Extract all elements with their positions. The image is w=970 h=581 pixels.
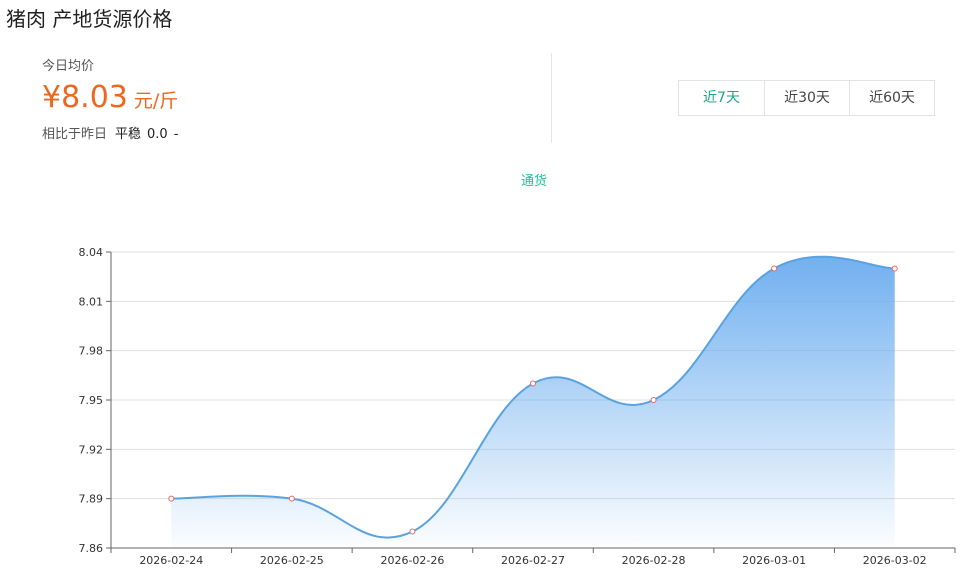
x-tick-label: 2026-03-02 — [863, 554, 927, 567]
x-tick-label: 2026-03-01 — [742, 554, 806, 567]
data-point[interactable] — [168, 495, 175, 502]
data-point[interactable] — [650, 397, 657, 403]
price-chart: 7.86 7.89 7.92 7.95 7.98 8.01 8.04 2026-02-24 20… — [79, 246, 956, 567]
x-tick-label: 2026-02-28 — [622, 554, 686, 567]
y-tick-label: 7.92 — [79, 443, 104, 456]
y-tick-label: 7.89 — [79, 493, 104, 506]
y-tick-label: 8.01 — [79, 295, 104, 308]
x-tick-label: 2026-02-25 — [260, 554, 324, 567]
y-tick-label: 7.86 — [79, 542, 104, 555]
data-point[interactable] — [288, 495, 295, 502]
y-tick-label: 7.98 — [79, 345, 104, 358]
x-tick-label: 2026-02-26 — [380, 554, 444, 567]
x-tick-label: 2026-02-27 — [501, 554, 565, 567]
x-tick-label: 2026-02-24 — [139, 554, 203, 567]
series-area — [171, 256, 895, 548]
data-point[interactable] — [891, 265, 898, 272]
data-point[interactable] — [771, 265, 778, 272]
data-point[interactable] — [409, 528, 416, 535]
data-point[interactable] — [530, 380, 536, 387]
y-tick-label: 8.04 — [79, 246, 104, 259]
y-tick-label: 7.95 — [79, 394, 104, 407]
